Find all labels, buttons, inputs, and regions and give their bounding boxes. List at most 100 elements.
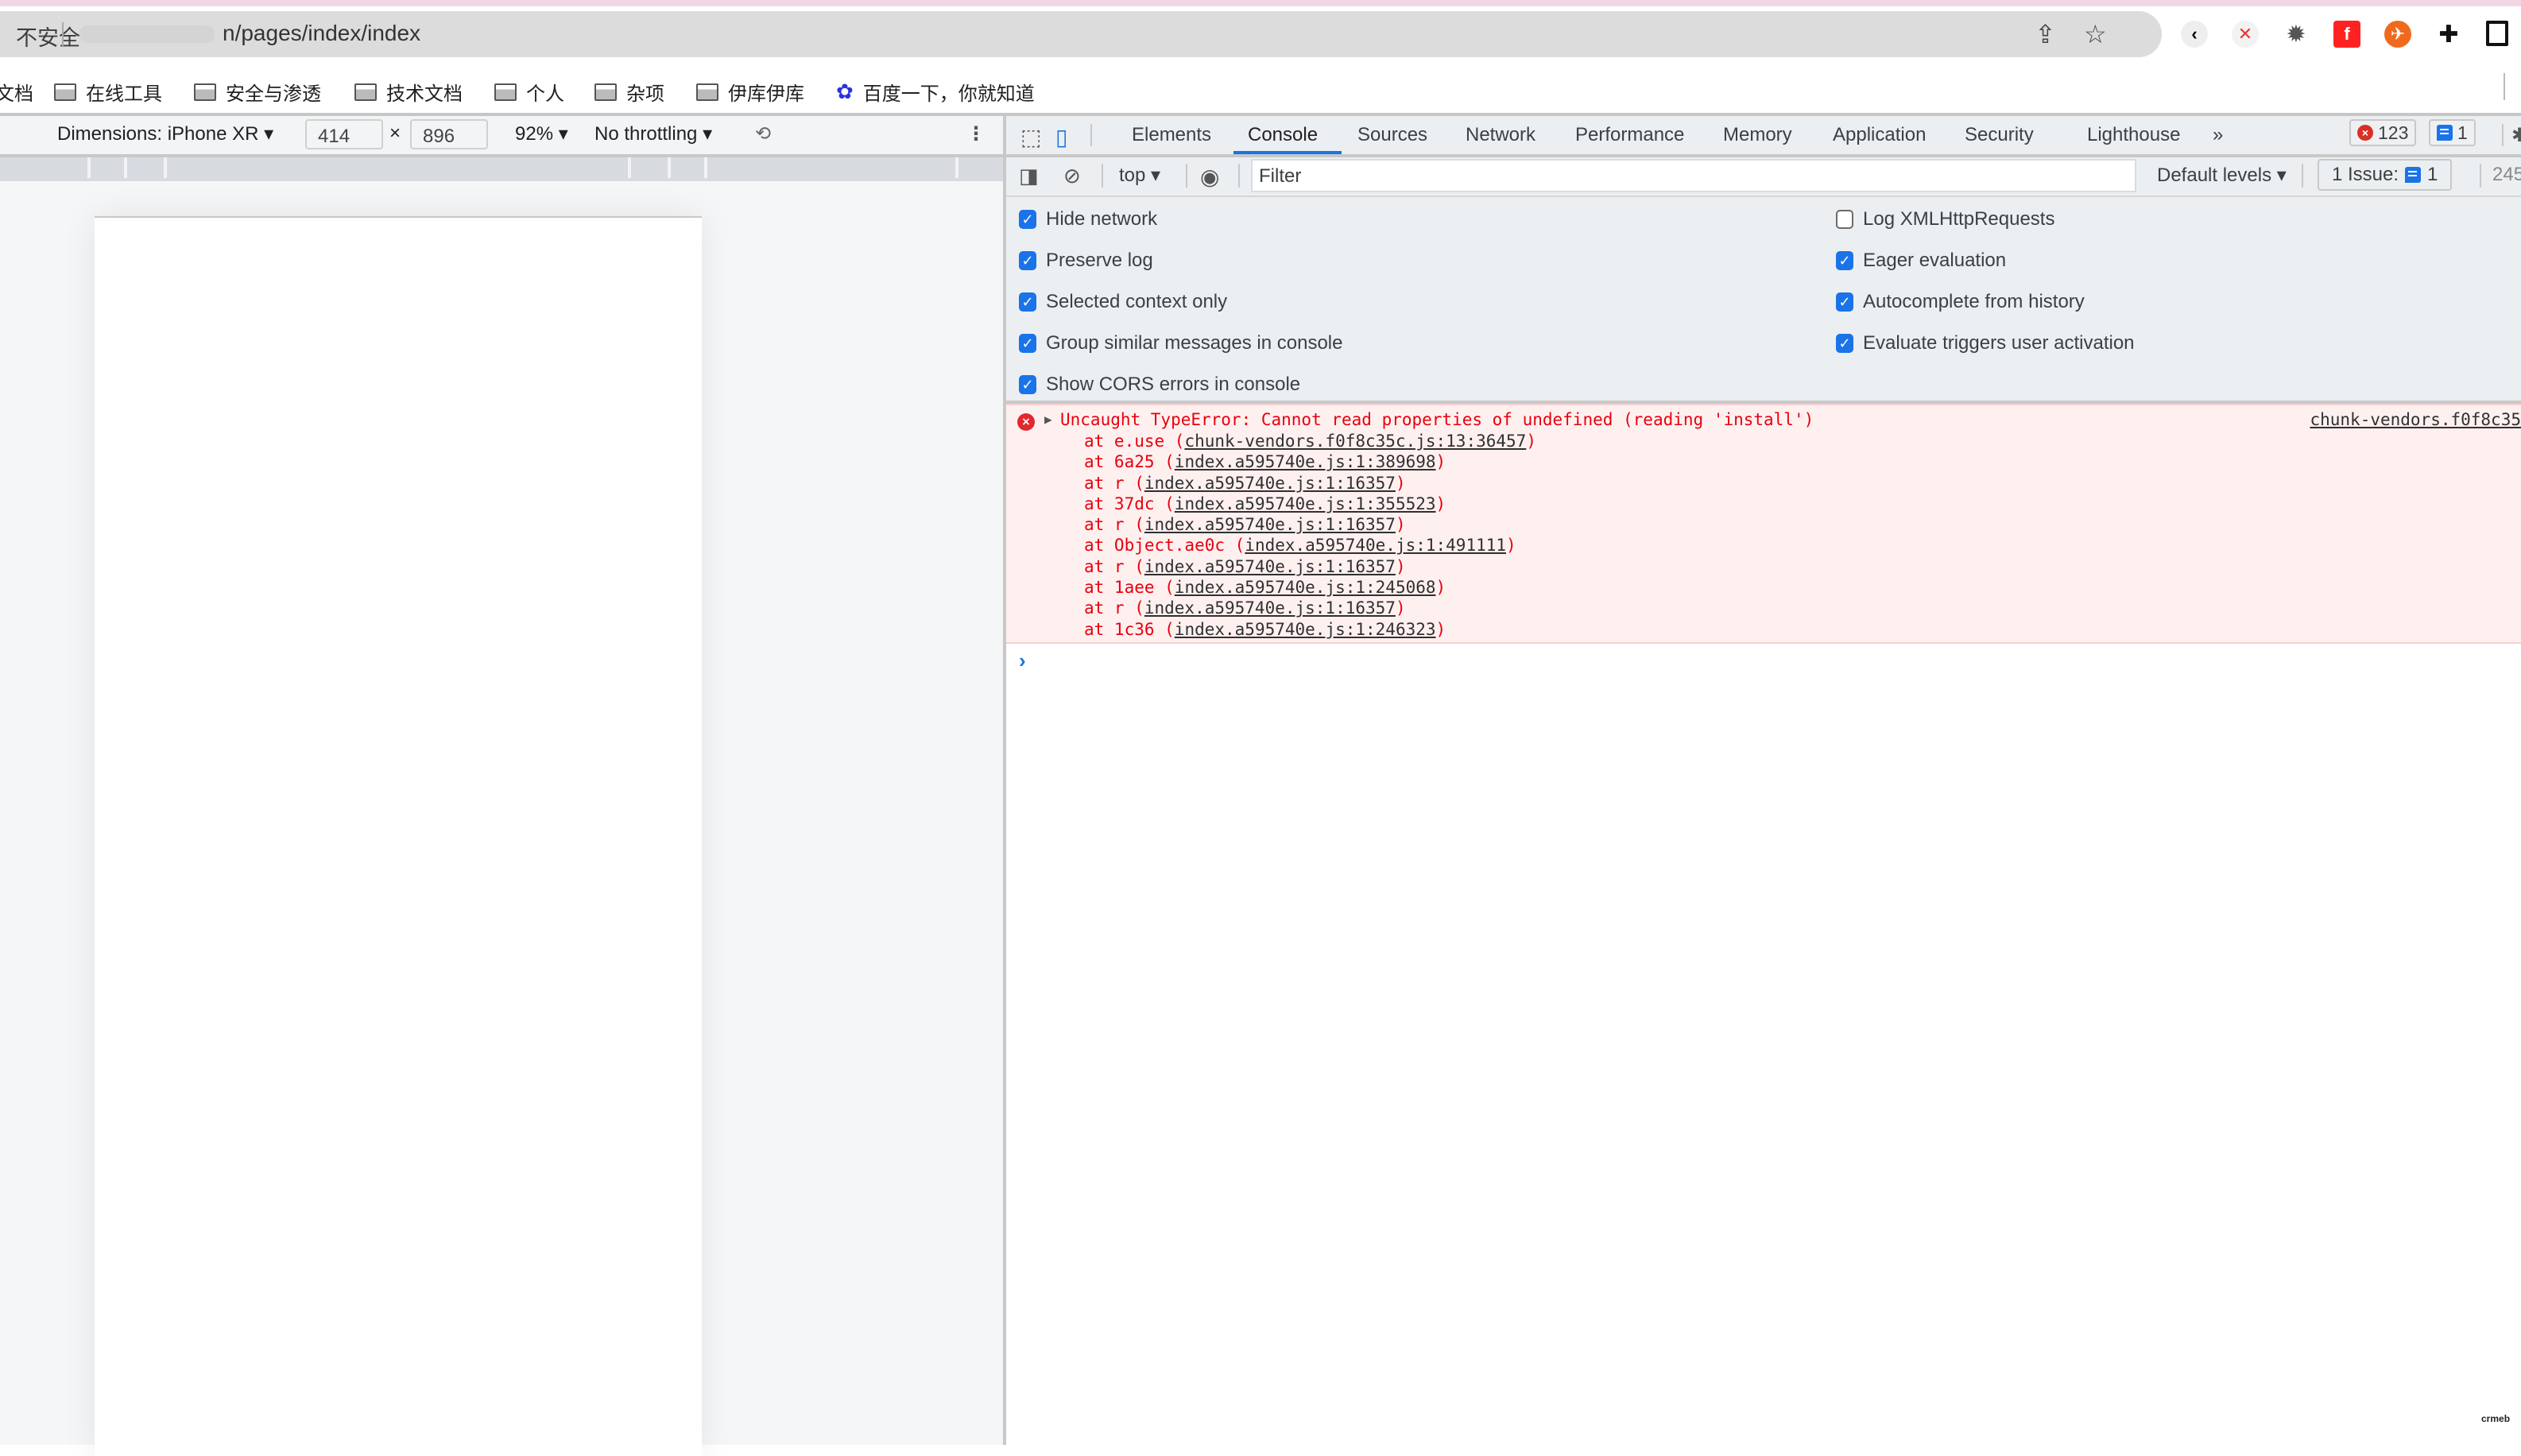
folder-icon <box>594 83 617 101</box>
setting-hide-network[interactable]: ✓ Hide network <box>1019 208 1157 230</box>
tab-memory[interactable]: Memory <box>1723 124 1792 146</box>
tab-security[interactable]: Security <box>1965 124 2034 146</box>
tab-performance[interactable]: Performance <box>1575 124 1684 146</box>
frame-source-link[interactable]: index.a595740e.js:1:245068 <box>1175 578 1436 597</box>
tab-console[interactable]: Console <box>1248 124 1318 146</box>
bookmark-item[interactable]: 文档 <box>0 78 33 106</box>
folder-icon <box>696 83 718 101</box>
rotate-icon[interactable]: ⟲ <box>755 122 771 145</box>
bookmark-folder[interactable]: 伊库伊库 <box>696 78 804 106</box>
throttling-select[interactable]: No throttling ▾ <box>594 122 712 145</box>
throttling-label: No throttling <box>594 123 698 145</box>
tab-elements[interactable]: Elements <box>1132 124 1211 146</box>
emulated-device-screen[interactable] <box>95 216 702 1456</box>
tab-lighthouse[interactable]: Lighthouse <box>2087 124 2180 146</box>
frame-source-link[interactable]: index.a595740e.js:1:16357 <box>1144 557 1396 576</box>
setting-log-xhr[interactable]: ✓ Log XMLHttpRequests <box>1836 208 2054 230</box>
folder-icon <box>354 83 377 101</box>
frame-source-link[interactable]: index.a595740e.js:1:389698 <box>1175 452 1436 471</box>
back-extension-icon[interactable]: ‹ <box>2181 21 2208 48</box>
tab-sources[interactable]: Sources <box>1357 124 1427 146</box>
checkbox-checked[interactable]: ✓ <box>1019 375 1036 394</box>
stack-frame: at e.use (chunk-vendors.f0f8c35c.js:13:3… <box>1084 431 1536 451</box>
bookmark-item[interactable]: ✿ 百度一下，你就知道 <box>836 78 1035 106</box>
setting-evaluate-triggers-activation[interactable]: ✓ Evaluate triggers user activation <box>1836 332 2135 354</box>
frame-source-link[interactable]: index.a595740e.js:1:16357 <box>1144 515 1396 534</box>
context-select[interactable]: top ▾ <box>1119 164 1160 187</box>
more-tabs-icon[interactable]: » <box>2213 124 2223 146</box>
show-sidebar-icon[interactable]: ◨ <box>1019 164 1039 188</box>
setting-autocomplete-history[interactable]: ✓ Autocomplete from history <box>1836 291 2085 313</box>
color-picker-extension-icon[interactable]: ✕ <box>2232 21 2259 48</box>
width-input[interactable]: 414 <box>305 119 383 149</box>
rocket-extension-icon[interactable]: ✈ <box>2384 21 2411 48</box>
setting-group-similar[interactable]: ✓ Group similar messages in console <box>1019 332 1343 354</box>
expand-triangle-icon[interactable]: ▶ <box>1044 412 1052 427</box>
checkbox-checked[interactable]: ✓ <box>1019 334 1036 353</box>
setting-eager-evaluation[interactable]: ✓ Eager evaluation <box>1836 250 2006 272</box>
media-query-ruler[interactable] <box>0 157 1003 181</box>
frame-function: at r ( <box>1084 473 1144 493</box>
flash-extension-icon[interactable]: f <box>2333 21 2360 48</box>
checkbox-checked[interactable]: ✓ <box>1836 334 1853 353</box>
tab-application[interactable]: Application <box>1833 124 1926 146</box>
frame-source-link[interactable]: index.a595740e.js:1:246323 <box>1175 620 1436 639</box>
console-output[interactable] <box>1006 644 2521 1445</box>
checkbox-checked[interactable]: ✓ <box>1019 210 1036 229</box>
setting-show-cors-errors[interactable]: ✓ Show CORS errors in console <box>1019 374 1300 396</box>
bookmark-label: 伊库伊库 <box>728 83 804 105</box>
frame-source-link[interactable]: index.a595740e.js:1:16357 <box>1144 474 1396 493</box>
device-toolbar-toggle-icon[interactable]: ▯ <box>1055 124 1067 150</box>
frame-end: ) <box>1395 598 1406 618</box>
bookmark-folder[interactable]: 安全与渗透 <box>194 78 321 106</box>
more-options-icon[interactable]: ⋮ <box>966 122 986 145</box>
message-count-badge[interactable]: 1 <box>2429 119 2476 146</box>
ruler-tick <box>628 157 631 178</box>
bookmark-folder[interactable]: 在线工具 <box>54 78 162 106</box>
checkbox-checked[interactable]: ✓ <box>1019 292 1036 312</box>
frame-source-link[interactable]: chunk-vendors.f0f8c35c.js:13:36457 <box>1184 432 1526 451</box>
checkbox-checked[interactable]: ✓ <box>1019 251 1036 270</box>
bookmark-folder[interactable]: 个人 <box>494 78 564 106</box>
frame-source-link[interactable]: index.a595740e.js:1:491111 <box>1245 536 1506 555</box>
clear-console-icon[interactable]: ⊘ <box>1063 164 1081 188</box>
sidebar-icon[interactable] <box>2486 21 2508 46</box>
bookmark-star-icon[interactable]: ☆ <box>2084 19 2107 49</box>
bookmark-label: 文档 <box>0 83 33 105</box>
log-levels-select[interactable]: Default levels ▾ <box>2157 164 2287 187</box>
inspect-element-icon[interactable]: ⬚ <box>1020 124 1041 150</box>
caret-down-icon: ▾ <box>558 123 568 145</box>
filter-input[interactable]: Filter <box>1251 159 2136 192</box>
checkbox-checked[interactable]: ✓ <box>1836 251 1853 270</box>
caret-down-icon: ▾ <box>2276 165 2287 186</box>
security-indicator[interactable]: 不安全 <box>16 21 80 52</box>
share-icon[interactable]: ⇪ <box>2035 19 2056 49</box>
stack-frame: at 6a25 (index.a595740e.js:1:389698) <box>1084 451 1536 472</box>
checkbox-checked[interactable]: ✓ <box>1836 292 1853 312</box>
frame-source-link[interactable]: index.a595740e.js:1:355523 <box>1175 494 1436 513</box>
bookmark-folder[interactable]: 杂项 <box>594 78 664 106</box>
url-text[interactable]: n/pages/index/index <box>223 21 420 46</box>
zoom-select[interactable]: 92% ▾ <box>515 122 568 145</box>
bookmark-folder[interactable]: 技术文档 <box>354 78 463 106</box>
console-prompt-icon[interactable]: › <box>1019 649 1026 673</box>
height-input[interactable]: 896 <box>410 119 488 149</box>
error-source-link[interactable]: chunk-vendors.f0f8c35 <box>2310 410 2521 429</box>
gear-extension-icon[interactable]: ✹ <box>2283 21 2310 48</box>
frame-source-link[interactable]: index.a595740e.js:1:16357 <box>1144 598 1396 618</box>
checkbox-unchecked[interactable]: ✓ <box>1836 210 1853 229</box>
live-expression-eye-icon[interactable]: ◉ <box>1200 164 1219 190</box>
puzzle-extensions-icon[interactable]: ✚ <box>2435 21 2462 48</box>
issues-button[interactable]: 1 Issue: 1 <box>2318 159 2453 191</box>
address-bar[interactable]: 不安全 n/pages/index/index ⇪ ☆ <box>0 11 2162 57</box>
setting-preserve-log[interactable]: ✓ Preserve log <box>1019 250 1153 272</box>
error-count-badge[interactable]: × 123 <box>2349 119 2417 146</box>
tab-network[interactable]: Network <box>1466 124 1535 146</box>
message-icon <box>2437 125 2453 141</box>
setting-selected-context-only[interactable]: ✓ Selected context only <box>1019 291 1227 313</box>
console-error-message[interactable]: × ▶ Uncaught TypeError: Cannot read prop… <box>1006 404 2521 644</box>
issues-label: 1 Issue: <box>2332 164 2399 185</box>
device-select[interactable]: Dimensions: iPhone XR ▾ <box>57 122 273 145</box>
settings-gear-icon[interactable]: ✱ <box>2511 124 2521 147</box>
frame-function: at 37dc ( <box>1084 494 1175 513</box>
